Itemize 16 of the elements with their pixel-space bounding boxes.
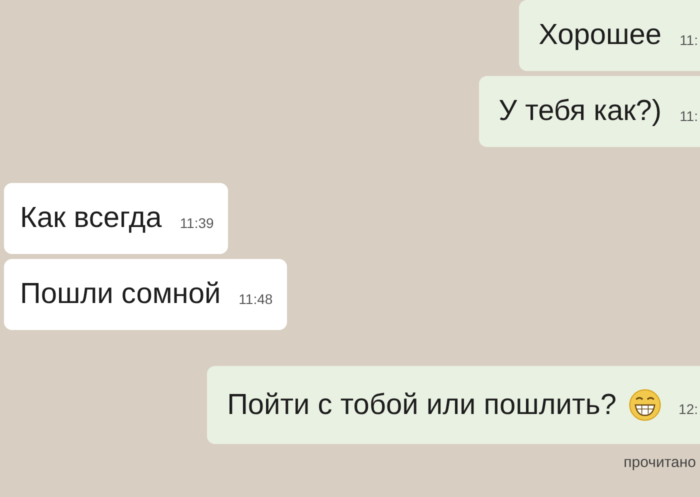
message-bubble[interactable]: Хорошее 11: [518,0,700,71]
message-bubble[interactable]: У тебя как?) 11: [478,76,700,147]
message-bubble[interactable]: Пошли сомной 11:48 [4,259,287,330]
message-time: 12: [678,400,698,417]
message-text: У тебя как?) [498,95,662,128]
message-text: Как всегда [20,202,162,235]
message-text: Пойти с тобой или пошлить? [227,388,617,422]
read-receipt: прочитано [624,454,696,471]
message-text: Хорошее [538,19,662,52]
message-time: 11: [680,30,698,48]
message-text: Пошли сомной [20,278,221,311]
message-bubble[interactable]: Как всегда 11:39 [4,183,228,254]
message-time: 11: [680,106,698,124]
message-time: 11:48 [238,290,273,306]
message-bubble[interactable]: Пойти с тобой или пошлить? 12: [207,366,700,444]
message-time: 11:39 [180,214,214,230]
